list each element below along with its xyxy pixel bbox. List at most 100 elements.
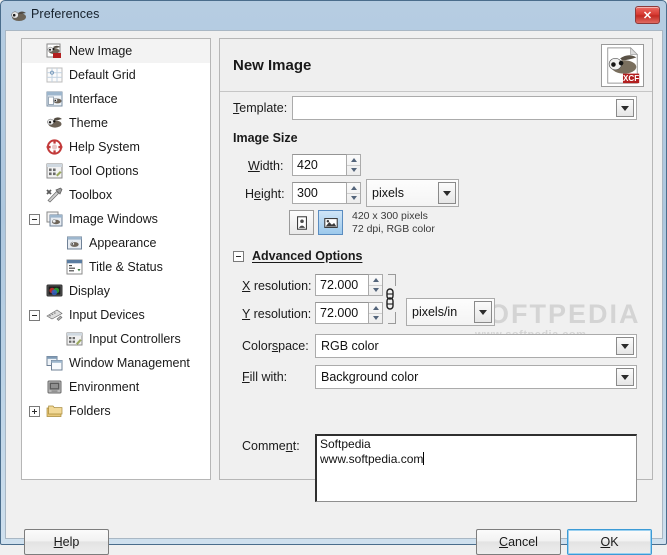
expand-icon[interactable] <box>29 405 40 417</box>
image-size-section-title: Image Size <box>233 131 298 145</box>
colorspace-label: Colorspace: <box>242 339 309 353</box>
template-select[interactable] <box>292 96 637 120</box>
chevron-down-icon[interactable] <box>616 337 634 355</box>
sidebar-item-theme[interactable]: Theme <box>22 111 210 135</box>
chevron-down-icon[interactable] <box>616 99 634 117</box>
sidebar-item-tool-options[interactable]: Tool Options <box>22 159 210 183</box>
sidebar-item-title-status[interactable]: Title & Status <box>22 255 210 279</box>
height-stepper[interactable] <box>347 182 361 204</box>
x-resolution-stepper-down[interactable] <box>369 286 382 296</box>
y-res-mnemonic: Y <box>242 307 251 321</box>
theme-icon <box>46 115 63 131</box>
x-resolution-label: X resolution: <box>242 279 312 293</box>
y-resolution-value: 72.000 <box>320 306 359 320</box>
height-stepper-down[interactable] <box>347 194 360 204</box>
sidebar-item-input-devices[interactable]: Input Devices <box>22 303 210 327</box>
width-value: 420 <box>297 158 318 172</box>
y-res-label-rest: resolution: <box>250 307 312 321</box>
height-stepper-up[interactable] <box>347 183 360 194</box>
width-label: Width: <box>248 159 283 173</box>
preferences-page-panel: New Image XCF SOFTPEDIA Template: Image … <box>219 38 653 502</box>
width-stepper-down[interactable] <box>347 166 360 176</box>
sidebar-item-help-system[interactable]: Help System <box>22 135 210 159</box>
sidebar-item-window-management[interactable]: Window Management <box>22 351 210 375</box>
sidebar-item-interface[interactable]: Interface <box>22 87 210 111</box>
sidebar-item-label: Input Devices <box>69 308 145 322</box>
wilber-icon <box>11 11 26 21</box>
sidebar-item-appearance[interactable]: Appearance <box>22 231 210 255</box>
width-mnemonic: W <box>248 159 260 173</box>
advanced-options-disclosure[interactable]: Advanced Options <box>233 249 362 263</box>
x-resolution-stepper-up[interactable] <box>369 275 382 286</box>
collapse-icon[interactable] <box>233 250 244 262</box>
y-resolution-stepper-up[interactable] <box>369 303 382 314</box>
resolution-unit-select[interactable]: pixels/in <box>406 298 495 326</box>
cancel-button[interactable]: Cancel <box>476 529 561 555</box>
comment-line-2: www.softpedia.com <box>320 452 424 466</box>
sidebar-item-display[interactable]: Display <box>22 279 210 303</box>
size-unit-select[interactable]: pixels <box>366 179 459 207</box>
ok-button[interactable]: OK <box>567 529 652 555</box>
height-input[interactable]: 300 <box>292 182 347 204</box>
resolution-chain-toggle[interactable] <box>383 274 399 324</box>
sidebar-item-image-windows[interactable]: Image Windows <box>22 207 210 231</box>
sidebar-item-label: Image Windows <box>69 212 158 226</box>
fill-with-label: Fill with: <box>242 370 287 384</box>
x-res-label-rest: resolution: <box>250 279 312 293</box>
window-titlebar[interactable]: Preferences ✕ <box>1 1 666 30</box>
svg-text:XCF: XCF <box>623 74 639 83</box>
page-body: SOFTPEDIA www.softpedia.com Template: Im… <box>220 93 652 502</box>
help-button[interactable]: Help <box>24 529 109 555</box>
close-button[interactable]: ✕ <box>635 6 660 24</box>
fill-with-select[interactable]: Background color <box>315 365 637 389</box>
collapse-icon[interactable] <box>29 213 40 225</box>
window-title: Preferences <box>31 7 100 21</box>
sidebar-item-environment[interactable]: Environment <box>22 375 210 399</box>
sidebar-item-new-image[interactable]: New Image <box>22 39 210 63</box>
chevron-down-icon[interactable] <box>438 182 456 204</box>
y-resolution-stepper[interactable] <box>369 302 383 324</box>
toolbox-icon <box>46 187 63 203</box>
x-resolution-input[interactable]: 72.000 <box>315 274 369 296</box>
y-resolution-input[interactable]: 72.000 <box>315 302 369 324</box>
width-stepper-up[interactable] <box>347 155 360 166</box>
portrait-orientation-icon <box>296 215 307 230</box>
size-unit-value: pixels <box>372 186 404 200</box>
width-input[interactable]: 420 <box>292 154 347 176</box>
ok-mnemonic: O <box>600 535 611 549</box>
sidebar-item-label: Default Grid <box>69 68 136 82</box>
x-resolution-stepper[interactable] <box>369 274 383 296</box>
comment-textarea[interactable]: Softpedia www.softpedia.com <box>315 434 637 502</box>
preferences-tree[interactable]: New Image Default Grid Interface Theme Help … <box>21 38 211 480</box>
width-label-rest: idth: <box>259 159 284 173</box>
comment-mnemonic: n <box>285 439 293 453</box>
fill-label-rest: ill with: <box>249 370 288 384</box>
chevron-down-icon[interactable] <box>616 368 634 386</box>
sidebar-item-label: New Image <box>69 44 133 58</box>
sidebar-item-label: Input Controllers <box>89 332 181 346</box>
y-resolution-stepper-down[interactable] <box>369 314 382 324</box>
chevron-down-icon[interactable] <box>474 301 492 323</box>
width-stepper[interactable] <box>347 154 361 176</box>
sidebar-item-default-grid[interactable]: Default Grid <box>22 63 210 87</box>
cancel-label-rest: ancel <box>508 535 538 549</box>
page-title: New Image <box>233 57 312 74</box>
appearance-icon <box>66 235 83 251</box>
sidebar-item-label: Display <box>69 284 110 298</box>
sidebar-item-toolbox[interactable]: Toolbox <box>22 183 210 207</box>
default-grid-icon <box>46 67 63 83</box>
text-caret <box>423 452 425 465</box>
height-mnemonic: e <box>254 187 261 201</box>
image-windows-icon <box>46 211 63 227</box>
sidebar-item-label: Folders <box>69 404 111 418</box>
colorspace-select[interactable]: RGB color <box>315 334 637 358</box>
help-mnemonic: H <box>53 535 63 549</box>
window-management-icon <box>46 355 63 371</box>
landscape-orientation-button[interactable] <box>318 210 343 235</box>
portrait-orientation-button[interactable] <box>289 210 314 235</box>
sidebar-item-input-controllers[interactable]: Input Controllers <box>22 327 210 351</box>
sidebar-item-label: Window Management <box>69 356 190 370</box>
environment-icon <box>46 379 63 395</box>
sidebar-item-folders[interactable]: Folders <box>22 399 210 423</box>
collapse-icon[interactable] <box>29 309 40 321</box>
